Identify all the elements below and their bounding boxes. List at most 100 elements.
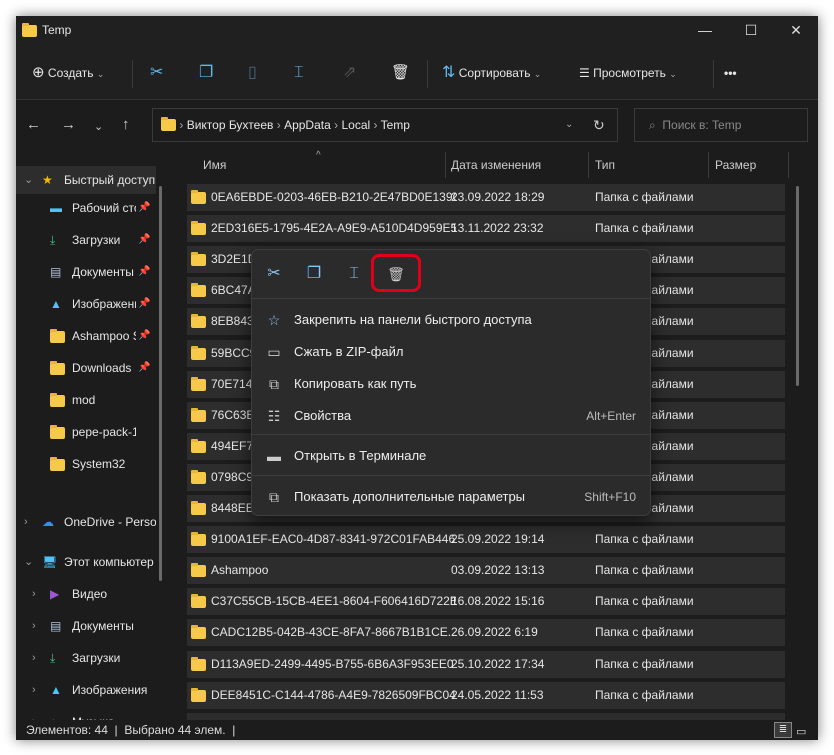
file-row[interactable]: CADC12B5-042B-43CE-8FA7-8667B1B1CE... 26.… [187,619,785,647]
pin-icon: 📌 [138,362,151,373]
column-header-type[interactable]: Тип [595,150,615,180]
pin-icon: 📌 [138,202,151,213]
minimize-button[interactable]: — [683,16,727,46]
sidebar-label: Быстрый доступ [64,173,156,187]
sidebar-label: Видео [72,587,108,601]
folder-icon [191,221,206,236]
cut-icon[interactable]: ✂ [150,60,163,86]
sidebar-item-this-pc[interactable]: ⌄ 🖥 Этот компьютер [16,548,156,576]
sidebar-item[interactable]: Downloads 📌 [16,354,156,382]
status-bar: Элементов: 44 | Выбрано 44 элем. | ≣ ▭ [16,720,818,740]
file-row[interactable]: Ashampoo 03.09.2022 13:13 Папка с файлами [187,557,785,585]
details-view-icon[interactable]: ≣ [774,722,792,738]
sidebar-item[interactable]: ▤ Документы 📌 [16,258,156,286]
menu-item-open-terminal[interactable]: ▬ Открыть в Терминале [252,440,650,472]
document-icon: ▤ [50,265,62,279]
sidebar-item[interactable]: ▲ Изображения📌 [16,290,156,318]
sidebar-item[interactable]: ⤓ Загрузки 📌 [16,226,156,254]
maximize-button[interactable]: ☐ [729,16,773,46]
sidebar-item[interactable]: System32 [16,450,156,478]
copy-icon[interactable]: ❐ [300,260,328,288]
breadcrumb[interactable]: Local [341,118,370,132]
sidebar-item[interactable]: › ▤ Документы [16,612,156,640]
copy-icon[interactable]: ❐ [199,60,213,86]
sidebar-item[interactable]: ▬ Рабочий стол📌 [16,194,156,222]
file-row[interactable]: D113A9ED-2499-4495-B755-6B6A3F953EE0 25.1… [187,650,785,678]
refresh-icon[interactable]: ↻ [593,109,605,141]
share-icon[interactable]: ⇗ [343,60,356,86]
search-input[interactable]: ⌕ Поиск в: Temp [634,108,808,142]
file-row[interactable]: 9100A1EF-EAC0-4D87-8341-972C01FAB446 25.0… [187,526,785,554]
menu-item-properties[interactable]: ☷ Свойства Alt+Enter [252,400,650,432]
breadcrumb[interactable]: AppData [284,118,331,132]
sidebar-item[interactable]: mod [16,386,156,414]
chevron-down-icon: ⌄ [96,69,105,79]
rename-icon[interactable]: ⌶ [294,60,304,86]
file-row[interactable]: 2ED316E5-1795-4E2A-A9E9-A510D4D959E5 13.1… [187,215,785,243]
sidebar-scrollbar[interactable] [159,186,162,581]
sort-button[interactable]: ⇅ Сортировать ⌄ [442,60,541,86]
folder-icon [191,594,206,609]
delete-highlight-box [371,254,421,292]
file-name: DEE8451C-C144-4786-A4E9-7826509FBC04 [211,687,456,702]
plus-circle-icon: ⊕ [32,64,45,81]
menu-item-copy-path[interactable]: ⧉ Копировать как путь [252,368,650,400]
pictures-icon: ▲ [50,297,62,311]
desktop-icon: ▬ [50,201,62,215]
sidebar-item-quick-access[interactable]: ⌄ ★ Быстрый доступ [16,166,156,194]
up-arrow-icon[interactable]: ↑ [122,116,130,133]
selected-count: Выбрано 44 элем. [124,723,226,737]
folder-icon [50,329,65,343]
folder-icon [191,501,206,515]
column-header-size[interactable]: Размер [715,150,756,180]
file-name: Ashampoo [211,563,269,578]
column-header-date[interactable]: Дата изменения [451,150,541,180]
divider [445,152,446,178]
tiles-view-icon[interactable]: ▭ [796,722,806,740]
history-dropdown-icon[interactable]: ⌄ [565,109,573,141]
sidebar-item[interactable]: › ▲ Изображения [16,676,156,704]
download-icon: ⤓ [50,233,56,247]
file-list-scrollbar[interactable] [796,186,799,386]
close-button[interactable]: ✕ [774,16,818,46]
rename-icon[interactable]: ⌶ [340,260,368,288]
sidebar-item-onedrive[interactable]: ›☁OneDrive - Personal [16,508,156,536]
menu-item-more-options[interactable]: ⧉ Показать дополнительные параметры Shift+… [252,481,650,513]
address-bar[interactable]: › Виктор Бухтеев › AppData › Local › Tem… [152,108,618,142]
sidebar-label: Изображения [72,683,148,697]
sidebar-item[interactable]: Ashampoo Snap📌 [16,322,156,350]
create-button[interactable]: ⊕ Создать ⌄ [32,60,104,86]
star-outline-icon: ☆ [267,312,281,328]
forward-arrow-icon[interactable]: → [61,116,76,133]
column-header-name[interactable]: Имя [203,150,226,180]
sidebar-label: OneDrive - Personal [64,515,156,529]
file-type: Папка с файлами [595,656,694,671]
search-placeholder: Поиск в: Temp [662,118,742,132]
menu-item-compress-zip[interactable]: ▭ Сжать в ZIP-файл [252,336,650,368]
breadcrumb[interactable]: Temp [381,118,410,132]
file-row[interactable]: 0EA6EBDE-0203-46EB-B210-2E47BD0E139C 23.0… [187,184,785,211]
menu-label: Свойства [294,408,352,423]
view-button[interactable]: ☰ Просмотреть ⌄ [579,60,677,86]
sidebar-item[interactable]: › ▶ Видео [16,580,156,608]
back-arrow-icon[interactable]: ← [26,116,41,133]
menu-label: Копировать как путь [294,376,417,391]
more-options-button[interactable]: ••• [724,60,737,86]
file-row[interactable]: C37C55CB-15CB-4EE1-8604-F606416D722B 16.0… [187,588,785,616]
paste-icon[interactable]: ▯ [248,60,257,86]
delete-icon[interactable]: 🗑 [391,60,410,86]
cut-icon[interactable]: ✂ [260,260,288,288]
sidebar-label: Изображения [72,297,136,311]
divider [252,475,650,476]
file-name: 0EA6EBDE-0203-46EB-B210-2E47BD0E139C [211,190,456,204]
sidebar-item[interactable]: › ⤓ Загрузки [16,644,156,672]
sidebar-item[interactable]: pepe-pack-1 [16,418,156,446]
file-type: Папка с файлами [595,687,694,702]
file-row[interactable]: DEE8451C-C144-4786-A4E9-7826509FBC04 24.0… [187,681,785,709]
recent-chevron-icon[interactable]: ⌄ [94,120,103,133]
star-icon: ★ [42,173,53,187]
breadcrumb[interactable]: Виктор Бухтеев [187,118,274,132]
open-external-icon: ⧉ [269,489,279,505]
item-count: Элементов: 44 [26,723,108,737]
menu-item-pin-quick-access[interactable]: ☆ Закрепить на панели быстрого доступа [252,304,650,336]
